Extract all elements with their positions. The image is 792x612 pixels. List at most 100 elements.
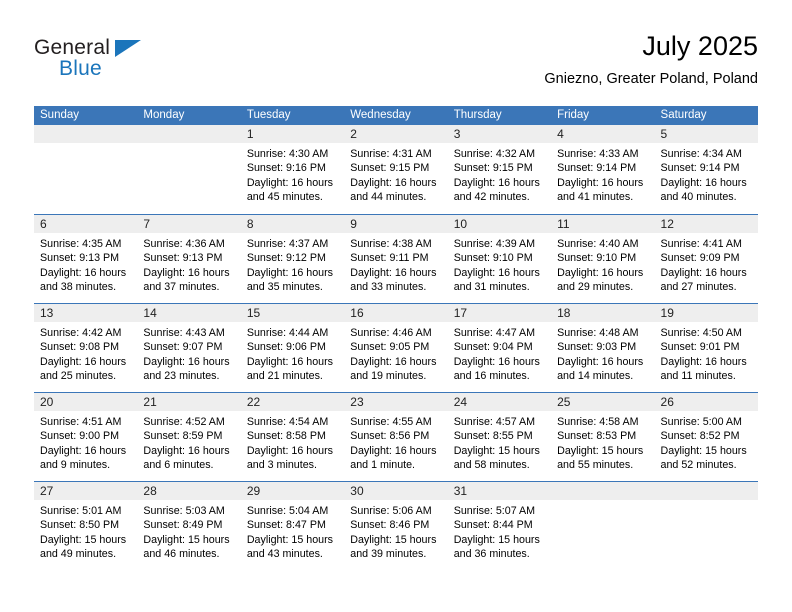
day-detail-line: and 9 minutes.	[40, 459, 111, 472]
day-detail-line: and 37 minutes.	[143, 281, 220, 294]
day-details: Sunrise: 5:03 AM Sunset: 8:49 PM Daylight:…	[137, 500, 240, 562]
day-detail-line: Sunrise: 4:41 AM	[660, 238, 742, 250]
day-detail-line: and 58 minutes.	[453, 459, 530, 472]
calendar-day-cell[interactable]: 22 Sunrise: 4:54 AM Sunset: 8:58 PM Dayligh…	[240, 393, 345, 481]
day-detail-line: Sunrise: 4:50 AM	[660, 327, 742, 339]
day-details: Sunrise: 4:32 AM Sunset: 9:15 PM Daylight:…	[448, 143, 551, 205]
calendar-day-cell[interactable]: 8 Sunrise: 4:37 AM Sunset: 9:12 PM Daylight…	[240, 215, 345, 303]
calendar-day-cell[interactable]: 3 Sunrise: 4:32 AM Sunset: 9:15 PM Daylight…	[447, 125, 552, 214]
day-details: Sunrise: 4:50 AM Sunset: 9:01 PM Daylight:…	[655, 322, 758, 384]
day-number: 15	[246, 306, 261, 320]
day-detail-line: Sunrise: 5:01 AM	[40, 505, 122, 517]
day-details: Sunrise: 4:58 AM Sunset: 8:53 PM Daylight:…	[551, 411, 654, 473]
day-details: Sunrise: 4:37 AM Sunset: 9:12 PM Daylight:…	[241, 233, 344, 295]
calendar-day-cell[interactable]: 9 Sunrise: 4:38 AM Sunset: 9:11 PM Daylight…	[344, 215, 448, 303]
calendar-day-cell[interactable]: 23 Sunrise: 4:55 AM Sunset: 8:56 PM Dayligh…	[344, 393, 448, 481]
day-detail-line: Sunset: 8:49 PM	[143, 519, 223, 532]
day-details: Sunrise: 4:47 AM Sunset: 9:04 PM Daylight:…	[448, 322, 551, 384]
day-detail-line: and 3 minutes.	[246, 459, 317, 472]
day-detail-line: Sunrise: 4:54 AM	[246, 416, 329, 428]
day-detail-line: Sunrise: 5:06 AM	[350, 505, 432, 517]
day-detail-line: Sunrise: 4:32 AM	[453, 148, 536, 160]
day-details: Sunrise: 5:06 AM Sunset: 8:46 PM Daylight:…	[344, 500, 447, 562]
calendar-day-cell[interactable]: 5 Sunrise: 4:34 AM Sunset: 9:14 PM Daylight…	[654, 125, 758, 214]
day-detail-line: and 31 minutes.	[453, 281, 530, 294]
day-detail-line: and 52 minutes.	[660, 459, 737, 472]
calendar-day-cell[interactable]: 31 Sunrise: 5:07 AM Sunset: 8:44 PM Dayligh…	[447, 482, 552, 570]
day-number: 17	[453, 306, 468, 320]
day-number-band: 16	[344, 304, 448, 322]
day-detail-line: and 39 minutes.	[350, 548, 427, 561]
brand-logo[interactable]: General Blue	[34, 36, 164, 88]
calendar-day-cell[interactable]: 27 Sunrise: 5:01 AM Sunset: 8:50 PM Dayligh…	[34, 482, 138, 570]
calendar-day-cell[interactable]: 17 Sunrise: 4:47 AM Sunset: 9:04 PM Dayligh…	[447, 304, 552, 392]
day-detail-line: Sunset: 8:44 PM	[453, 519, 533, 532]
day-detail-line: Sunset: 9:05 PM	[350, 341, 430, 354]
calendar-day-cell[interactable]: 30 Sunrise: 5:06 AM Sunset: 8:46 PM Dayligh…	[344, 482, 448, 570]
calendar-day-cell[interactable]: 15 Sunrise: 4:44 AM Sunset: 9:06 PM Dayligh…	[240, 304, 345, 392]
calendar-day-cell[interactable]: 10 Sunrise: 4:39 AM Sunset: 9:10 PM Dayligh…	[447, 215, 552, 303]
day-number-band: 14	[137, 304, 241, 322]
day-detail-line: Sunset: 9:01 PM	[660, 341, 740, 354]
day-number-band: 5	[654, 125, 758, 143]
calendar-day-cell[interactable]: 2 Sunrise: 4:31 AM Sunset: 9:15 PM Daylight…	[344, 125, 448, 214]
day-detail-line: Sunrise: 5:00 AM	[660, 416, 742, 428]
calendar-day-cell[interactable]: 14 Sunrise: 4:43 AM Sunset: 9:07 PM Dayligh…	[137, 304, 241, 392]
day-detail-line: Sunrise: 4:43 AM	[143, 327, 225, 339]
day-number-band: 19	[654, 304, 758, 322]
day-detail-line: and 42 minutes.	[453, 191, 530, 204]
calendar-day-cell[interactable]: 26 Sunrise: 5:00 AM Sunset: 8:52 PM Dayligh…	[654, 393, 758, 481]
calendar-day-cell[interactable]: 6 Sunrise: 4:35 AM Sunset: 9:13 PM Daylight…	[34, 215, 138, 303]
day-detail-line: Sunset: 9:15 PM	[350, 162, 430, 175]
day-detail-line: Sunset: 8:53 PM	[557, 430, 637, 443]
day-detail-line: Sunrise: 4:40 AM	[557, 238, 639, 250]
day-details: Sunrise: 4:48 AM Sunset: 9:03 PM Daylight:…	[551, 322, 654, 384]
day-details: Sunrise: 4:55 AM Sunset: 8:56 PM Daylight:…	[344, 411, 447, 473]
day-detail-line: Daylight: 15 hours	[246, 533, 333, 546]
day-detail-line: Sunrise: 4:35 AM	[40, 238, 122, 250]
title-block: July 2025 Gniezno, Greater Poland, Polan…	[544, 30, 758, 88]
day-number: 10	[453, 217, 468, 231]
day-detail-line: Daylight: 16 hours	[350, 266, 437, 279]
day-detail-line: Daylight: 15 hours	[40, 533, 127, 546]
day-details: Sunrise: 4:46 AM Sunset: 9:05 PM Daylight:…	[344, 322, 447, 384]
calendar-day-cell[interactable]: 18 Sunrise: 4:48 AM Sunset: 9:03 PM Dayligh…	[551, 304, 655, 392]
calendar-day-cell[interactable]: 19 Sunrise: 4:50 AM Sunset: 9:01 PM Dayligh…	[654, 304, 758, 392]
day-detail-line: Sunrise: 4:46 AM	[350, 327, 432, 339]
day-details: Sunrise: 5:04 AM Sunset: 8:47 PM Daylight:…	[241, 500, 344, 562]
day-details: Sunrise: 4:52 AM Sunset: 8:59 PM Daylight:…	[137, 411, 240, 473]
calendar-week-row: 6 Sunrise: 4:35 AM Sunset: 9:13 PM Daylight…	[34, 214, 758, 303]
day-details: Sunrise: 4:44 AM Sunset: 9:06 PM Daylight:…	[241, 322, 344, 384]
day-number-band: 6	[34, 215, 138, 233]
day-number-band: 25	[551, 393, 655, 411]
day-detail-line: Sunrise: 4:31 AM	[350, 148, 432, 160]
calendar-day-cell[interactable]: 20 Sunrise: 4:51 AM Sunset: 9:00 PM Dayligh…	[34, 393, 138, 481]
calendar-day-cell[interactable]: 29 Sunrise: 5:04 AM Sunset: 8:47 PM Dayligh…	[240, 482, 345, 570]
day-detail-line: and 11 minutes.	[660, 370, 736, 383]
calendar-day-cell[interactable]: 25 Sunrise: 4:58 AM Sunset: 8:53 PM Dayligh…	[551, 393, 655, 481]
day-detail-line: Daylight: 16 hours	[143, 266, 230, 279]
calendar-day-cell[interactable]: 12 Sunrise: 4:41 AM Sunset: 9:09 PM Dayligh…	[654, 215, 758, 303]
calendar-day-cell[interactable]: 1 Sunrise: 4:30 AM Sunset: 9:16 PM Daylight…	[240, 125, 345, 214]
page-title: July 2025	[642, 31, 758, 61]
calendar-day-cell[interactable]: 4 Sunrise: 4:33 AM Sunset: 9:14 PM Daylight…	[551, 125, 655, 214]
calendar-day-cell[interactable]: 11 Sunrise: 4:40 AM Sunset: 9:10 PM Dayligh…	[551, 215, 655, 303]
calendar-day-cell[interactable]: 24 Sunrise: 4:57 AM Sunset: 8:55 PM Dayligh…	[447, 393, 552, 481]
day-detail-line: Sunset: 9:11 PM	[350, 252, 429, 265]
calendar-day-cell[interactable]: 16 Sunrise: 4:46 AM Sunset: 9:05 PM Dayligh…	[344, 304, 448, 392]
day-number: 28	[143, 484, 157, 498]
weekday-header-thursday: Thursday	[453, 109, 502, 121]
day-number-band: 10	[447, 215, 552, 233]
calendar-day-cell[interactable]: 13 Sunrise: 4:42 AM Sunset: 9:08 PM Dayligh…	[34, 304, 138, 392]
day-number-band: 2	[344, 125, 448, 143]
day-number-band: 8	[240, 215, 345, 233]
day-detail-line: and 41 minutes.	[557, 191, 634, 204]
day-detail-line: Sunrise: 4:34 AM	[660, 148, 742, 160]
calendar-page: General Blue July 2025 Gniezno, Greater …	[0, 0, 792, 612]
page-header: General Blue July 2025 Gniezno, Greater …	[34, 30, 758, 98]
calendar-day-cell[interactable]: 21 Sunrise: 4:52 AM Sunset: 8:59 PM Dayligh…	[137, 393, 241, 481]
calendar-day-cell[interactable]: 28 Sunrise: 5:03 AM Sunset: 8:49 PM Dayligh…	[137, 482, 241, 570]
day-detail-line: Sunset: 8:58 PM	[246, 430, 326, 443]
calendar-day-cell[interactable]: 7 Sunrise: 4:36 AM Sunset: 9:13 PM Daylight…	[137, 215, 241, 303]
day-detail-line: Sunrise: 4:57 AM	[453, 416, 536, 428]
